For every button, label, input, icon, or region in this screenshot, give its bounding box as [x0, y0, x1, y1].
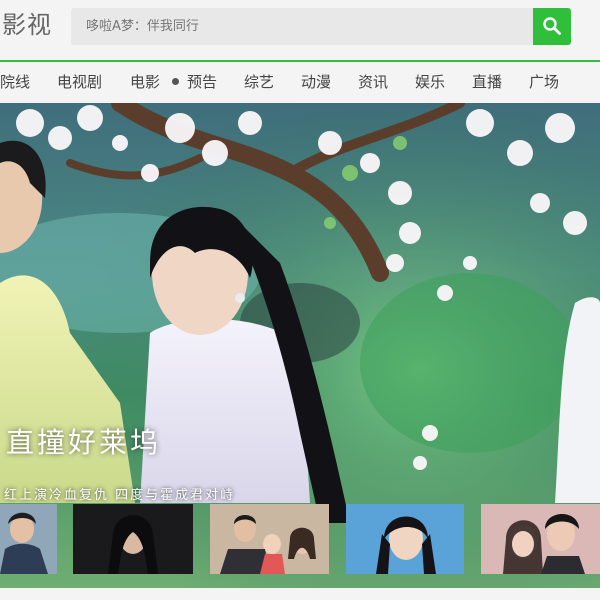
search-box	[71, 8, 533, 45]
nav-item-tv[interactable]: 电视剧	[57, 72, 102, 92]
thumbnail-strip	[0, 504, 600, 574]
thumbnail-4[interactable]	[346, 504, 464, 574]
banner-title: 直撞好莱坞	[6, 426, 162, 459]
bottom-strip	[0, 588, 600, 600]
search-icon	[543, 17, 561, 35]
nav-item-variety[interactable]: 综艺	[244, 72, 274, 92]
nav-item-movie[interactable]: 电影	[130, 72, 160, 92]
nav-item-theater[interactable]: 院线	[0, 72, 30, 92]
nav-item-live[interactable]: 直播	[472, 72, 502, 92]
site-logo[interactable]: 影视	[2, 8, 52, 42]
thumbnail-3[interactable]	[210, 504, 329, 574]
main-nav: 院线 电视剧 电影 预告 综艺 动漫 资讯 娱乐 直播 广场	[0, 62, 600, 102]
search-input[interactable]	[71, 8, 533, 45]
header: 影视	[0, 0, 600, 60]
nav-separator-dot	[172, 78, 179, 85]
hero-banner[interactable]: 直撞好莱坞 红上演冷血复仇 四度与霍成君对峙	[0, 103, 600, 588]
nav-item-anime[interactable]: 动漫	[301, 72, 331, 92]
search-button[interactable]	[533, 8, 571, 45]
thumbnail-5[interactable]	[481, 504, 600, 574]
page: 影视 院线 电视剧 电影 预告 综艺 动漫 资讯 娱乐 直播 广场	[0, 0, 600, 600]
thumbnail-1[interactable]	[0, 504, 57, 574]
nav-item-entertainment[interactable]: 娱乐	[415, 72, 445, 92]
nav-item-square[interactable]: 广场	[529, 72, 559, 92]
nav-item-news[interactable]: 资讯	[358, 72, 388, 92]
banner-subtitle: 红上演冷血复仇 四度与霍成君对峙	[4, 488, 236, 503]
nav-item-trailer[interactable]: 预告	[187, 72, 217, 92]
thumbnail-2[interactable]	[73, 504, 193, 574]
